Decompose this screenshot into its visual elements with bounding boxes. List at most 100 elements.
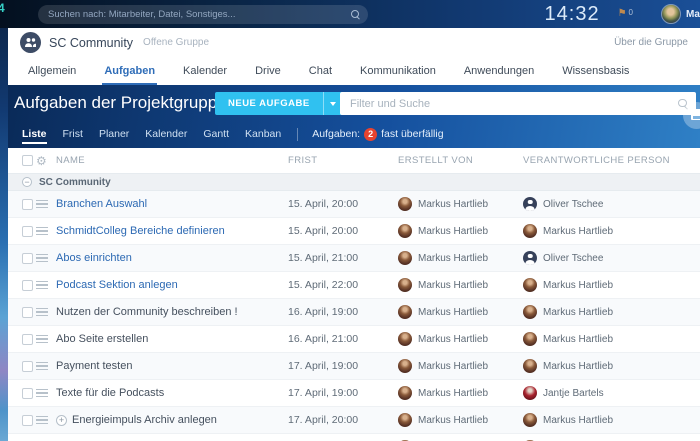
drag-handle-icon[interactable] <box>36 335 48 343</box>
responsible-name[interactable]: Markus Hartlieb <box>543 415 613 426</box>
task-creator[interactable]: Markus Hartlieb <box>398 251 523 265</box>
view-tab-gantt[interactable]: Gantt <box>203 122 229 146</box>
filter-search-input[interactable] <box>350 98 678 110</box>
drag-handle-icon[interactable] <box>36 200 48 208</box>
creator-name[interactable]: Markus Hartlieb <box>418 253 488 264</box>
drag-handle-icon[interactable] <box>36 281 48 289</box>
table-row[interactable]: + Nutzen der Community beschreiben ! 16.… <box>8 299 700 326</box>
about-group-link[interactable]: Über die Gruppe <box>614 37 688 48</box>
task-creator[interactable]: Markus Hartlieb <box>398 224 523 238</box>
tab-anwendungen[interactable]: Anwendungen <box>450 57 548 85</box>
table-row[interactable]: + Abos einrichten 15. April, 21:00 Marku… <box>8 245 700 272</box>
table-row[interactable]: + Podcast Sektion anlegen 15. April, 22:… <box>8 272 700 299</box>
task-name-link[interactable]: Nutzen der Community beschreiben ! <box>56 306 238 318</box>
task-name-link[interactable]: Energieimpuls Archiv anlegen <box>72 414 217 426</box>
row-checkbox[interactable] <box>22 199 33 210</box>
column-header-name[interactable]: NAME <box>56 155 288 166</box>
responsible-name[interactable]: Markus Hartlieb <box>543 226 613 237</box>
table-row[interactable]: + Startseite Community designen 17. Apri… <box>8 434 700 441</box>
task-creator[interactable]: Markus Hartlieb <box>398 359 523 373</box>
task-creator[interactable]: Markus Hartlieb <box>398 332 523 346</box>
task-creator[interactable]: Markus Hartlieb <box>398 386 523 400</box>
overdue-count-badge[interactable]: 2 <box>364 128 377 141</box>
task-creator[interactable]: Markus Hartlieb <box>398 413 523 427</box>
table-row[interactable]: + Branchen Auswahl 15. April, 20:00 Mark… <box>8 191 700 218</box>
table-row[interactable]: + Payment testen 17. April, 19:00 Markus… <box>8 353 700 380</box>
responsible-name[interactable]: Markus Hartlieb <box>543 361 613 372</box>
responsible-name[interactable]: Oliver Tschee <box>543 199 603 210</box>
search-icon[interactable] <box>351 10 360 19</box>
view-tab-kalender[interactable]: Kalender <box>145 122 187 146</box>
task-name-link[interactable]: Abos einrichten <box>56 252 132 264</box>
column-header-frist[interactable]: FRIST <box>288 155 398 166</box>
drag-handle-icon[interactable] <box>36 308 48 316</box>
responsible-name[interactable]: Markus Hartlieb <box>543 334 613 345</box>
creator-name[interactable]: Markus Hartlieb <box>418 415 488 426</box>
notifications[interactable]: ⚑ 0 <box>618 8 633 20</box>
row-checkbox[interactable] <box>22 226 33 237</box>
row-checkbox[interactable] <box>22 280 33 291</box>
task-creator[interactable]: Markus Hartlieb <box>398 197 523 211</box>
creator-name[interactable]: Markus Hartlieb <box>418 280 488 291</box>
task-responsible[interactable]: Markus Hartlieb <box>523 305 700 319</box>
drag-handle-icon[interactable] <box>36 416 48 424</box>
column-header-erstellt-von[interactable]: ERSTELLT VON <box>398 155 523 166</box>
task-responsible[interactable]: Jantje Bartels <box>523 386 700 400</box>
collapse-icon[interactable]: − <box>22 177 32 187</box>
task-name-link[interactable]: Branchen Auswahl <box>56 198 147 210</box>
tab-kommunikation[interactable]: Kommunikation <box>346 57 450 85</box>
tab-wissensbasis[interactable]: Wissensbasis <box>548 57 643 85</box>
column-header-verantwortliche-person[interactable]: VERANTWORTLICHE PERSON <box>523 155 700 166</box>
new-task-button-label[interactable]: NEUE AUFGABE <box>215 92 323 115</box>
task-name-link[interactable]: Abo Seite erstellen <box>56 333 148 345</box>
global-search-input[interactable] <box>48 9 351 20</box>
filter-search-box[interactable] <box>340 92 696 115</box>
row-checkbox[interactable] <box>22 388 33 399</box>
global-search[interactable] <box>38 5 368 24</box>
row-checkbox[interactable] <box>22 253 33 264</box>
creator-name[interactable]: Markus Hartlieb <box>418 388 488 399</box>
drag-handle-icon[interactable] <box>36 389 48 397</box>
table-row[interactable]: + Texte für die Podcasts 17. April, 19:0… <box>8 380 700 407</box>
responsible-name[interactable]: Markus Hartlieb <box>543 307 613 318</box>
drag-handle-icon[interactable] <box>36 362 48 370</box>
table-group-row[interactable]: − SC Community <box>8 174 700 191</box>
group-name[interactable]: SC Community <box>49 36 133 50</box>
task-name-link[interactable]: Payment testen <box>56 360 132 372</box>
creator-name[interactable]: Markus Hartlieb <box>418 307 488 318</box>
row-checkbox[interactable] <box>22 415 33 426</box>
task-responsible[interactable]: Markus Hartlieb <box>523 224 700 238</box>
task-responsible[interactable]: Markus Hartlieb <box>523 278 700 292</box>
tab-allgemein[interactable]: Allgemein <box>14 57 90 85</box>
drag-handle-icon[interactable] <box>36 227 48 235</box>
row-checkbox[interactable] <box>22 361 33 372</box>
grid-settings-gear-icon[interactable]: ⚙ <box>36 155 56 167</box>
tab-chat[interactable]: Chat <box>295 57 346 85</box>
expand-subtasks-icon[interactable]: + <box>56 415 67 426</box>
task-creator[interactable]: Markus Hartlieb <box>398 305 523 319</box>
drag-handle-icon[interactable] <box>36 254 48 262</box>
view-tab-frist[interactable]: Frist <box>63 122 83 146</box>
responsible-name[interactable]: Markus Hartlieb <box>543 280 613 291</box>
creator-name[interactable]: Markus Hartlieb <box>418 199 488 210</box>
task-name-link[interactable]: Texte für die Podcasts <box>56 387 164 399</box>
row-checkbox[interactable] <box>22 307 33 318</box>
view-tab-kanban[interactable]: Kanban <box>245 122 281 146</box>
table-row[interactable]: + Energieimpuls Archiv anlegen 17. April… <box>8 407 700 434</box>
task-responsible[interactable]: Markus Hartlieb <box>523 359 700 373</box>
task-name-link[interactable]: Podcast Sektion anlegen <box>56 279 178 291</box>
task-responsible[interactable]: Oliver Tschee <box>523 251 700 265</box>
new-task-button[interactable]: NEUE AUFGABE <box>215 92 343 115</box>
task-name-link[interactable]: SchmidtColleg Bereiche definieren <box>56 225 225 237</box>
user-avatar[interactable] <box>661 4 681 24</box>
view-tab-liste[interactable]: Liste <box>22 122 47 146</box>
task-responsible[interactable]: Markus Hartlieb <box>523 332 700 346</box>
tab-aufgaben[interactable]: Aufgaben <box>90 57 169 85</box>
tab-kalender[interactable]: Kalender <box>169 57 241 85</box>
creator-name[interactable]: Markus Hartlieb <box>418 226 488 237</box>
select-all-checkbox[interactable] <box>22 155 33 166</box>
view-tab-planer[interactable]: Planer <box>99 122 129 146</box>
task-creator[interactable]: Markus Hartlieb <box>398 278 523 292</box>
table-row[interactable]: + Abo Seite erstellen 16. April, 21:00 M… <box>8 326 700 353</box>
responsible-name[interactable]: Jantje Bartels <box>543 388 604 399</box>
